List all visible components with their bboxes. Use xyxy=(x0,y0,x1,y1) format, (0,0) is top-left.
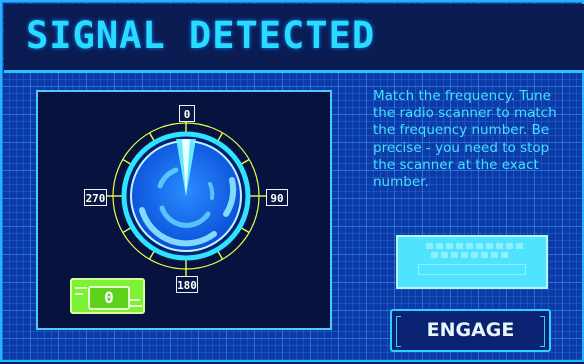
dial-label-bottom: 180 xyxy=(176,276,198,293)
instructions-text: Match the frequency. Tune the radio scan… xyxy=(373,88,557,191)
frequency-counter: 0 xyxy=(70,278,145,314)
dial-label-left: 270 xyxy=(84,189,107,206)
engage-button[interactable]: ENGAGE xyxy=(390,309,551,352)
game-frame: SIGNAL DETECTED 0 90 180 270 0 Match the… xyxy=(0,0,584,362)
dial-label-right: 90 xyxy=(266,189,288,206)
keyboard-icon[interactable] xyxy=(396,235,548,289)
dial-label-top: 0 xyxy=(179,105,195,122)
counter-value: 0 xyxy=(104,288,114,307)
